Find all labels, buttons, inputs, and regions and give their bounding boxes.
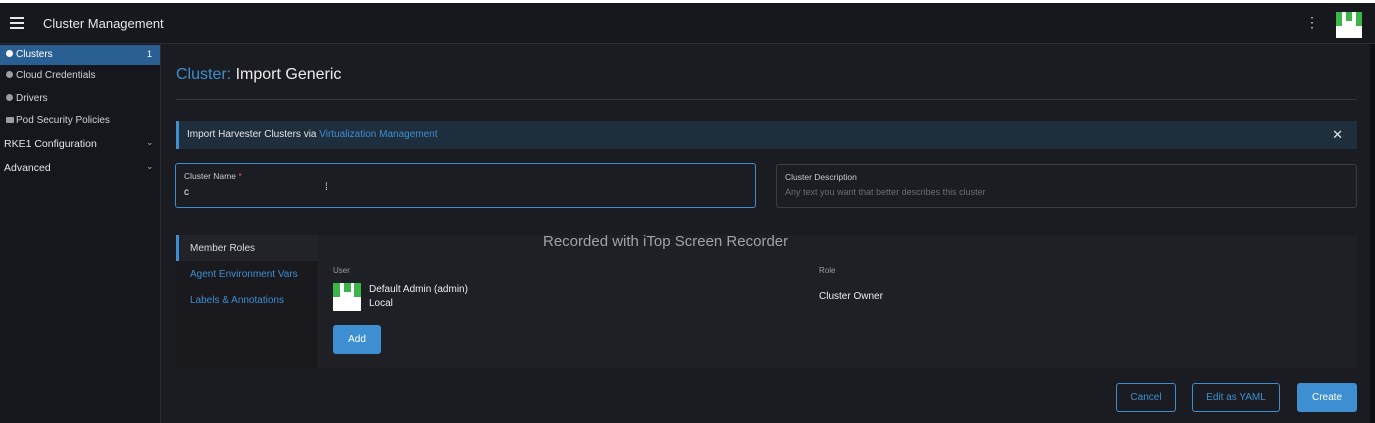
- credentials-icon: [6, 71, 13, 78]
- sidebar-item-drivers[interactable]: Drivers: [0, 89, 160, 109]
- user-avatar[interactable]: [1336, 12, 1362, 38]
- member-user-name: Default Admin (admin): [369, 284, 468, 295]
- edit-as-yaml-button[interactable]: Edit as YAML: [1192, 383, 1280, 412]
- member-role[interactable]: Cluster Owner: [819, 291, 883, 302]
- cluster-name-input[interactable]: c: [184, 187, 189, 198]
- chevron-down-icon: ⌄: [146, 137, 154, 147]
- required-mark: *: [238, 171, 242, 181]
- sidebar-group-rke1-configuration[interactable]: RKE1 Configuration ⌄: [0, 133, 160, 155]
- page-title-name: Import Generic: [235, 66, 342, 83]
- chevron-down-icon: ⌄: [146, 161, 154, 171]
- info-banner: Import Harvester Clusters via Virtualiza…: [176, 121, 1357, 149]
- tab-member-roles[interactable]: Member Roles: [176, 235, 318, 261]
- virtualization-management-link[interactable]: Virtualization Management: [319, 129, 437, 140]
- text-cursor-icon: ⁞: [325, 182, 328, 193]
- cluster-description-field[interactable]: Cluster Description Any text you want th…: [776, 164, 1357, 208]
- driver-icon: [6, 94, 13, 101]
- window-edge: [1370, 44, 1375, 423]
- menu-icon[interactable]: [10, 17, 24, 29]
- recorder-watermark: Recorded with iTop Screen Recorder: [543, 233, 789, 250]
- sidebar-item-pod-security-policies[interactable]: Pod Security Policies: [0, 111, 160, 131]
- cluster-description-input[interactable]: Any text you want that better describes …: [785, 187, 986, 197]
- member-user-provider: Local: [369, 298, 393, 309]
- more-options-icon[interactable]: ⋮: [1305, 15, 1319, 29]
- tab-list: Member Roles Agent Environment Vars Labe…: [176, 235, 318, 368]
- sidebar-group-advanced[interactable]: Advanced ⌄: [0, 157, 160, 179]
- divider: [176, 99, 1357, 100]
- cluster-name-label: Cluster Name: [184, 171, 236, 181]
- top-bar: Cluster Management ⋮: [0, 0, 1375, 44]
- folder-icon: [6, 117, 14, 123]
- cancel-button[interactable]: Cancel: [1116, 383, 1176, 412]
- banner-text: Import Harvester Clusters via: [187, 129, 320, 140]
- page-title-prefix[interactable]: Cluster:: [176, 66, 231, 83]
- sidebar-item-cloud-credentials[interactable]: Cloud Credentials: [0, 66, 160, 86]
- app-title: Cluster Management: [43, 16, 164, 31]
- member-avatar: [333, 283, 361, 311]
- add-member-button[interactable]: Add: [333, 325, 381, 354]
- tab-agent-environment-vars[interactable]: Agent Environment Vars: [190, 269, 298, 280]
- close-icon[interactable]: ✕: [1332, 127, 1343, 143]
- sidebar: Clusters 1 Cloud Credentials Drivers Pod…: [0, 44, 161, 423]
- clusters-count-badge: 1: [146, 49, 152, 59]
- role-column-header: Role: [819, 266, 836, 275]
- user-column-header: User: [333, 266, 350, 275]
- cluster-icon: [6, 50, 13, 57]
- page-title: Cluster: Import Generic: [176, 66, 341, 84]
- cluster-description-label: Cluster Description: [785, 172, 857, 182]
- create-button[interactable]: Create: [1297, 383, 1357, 412]
- cluster-name-field[interactable]: Cluster Name * c ⁞: [175, 163, 756, 208]
- sidebar-item-clusters[interactable]: Clusters 1: [0, 45, 160, 65]
- member-roles-panel: Member Roles Agent Environment Vars Labe…: [176, 235, 1357, 368]
- tab-labels-annotations[interactable]: Labels & Annotations: [190, 295, 284, 306]
